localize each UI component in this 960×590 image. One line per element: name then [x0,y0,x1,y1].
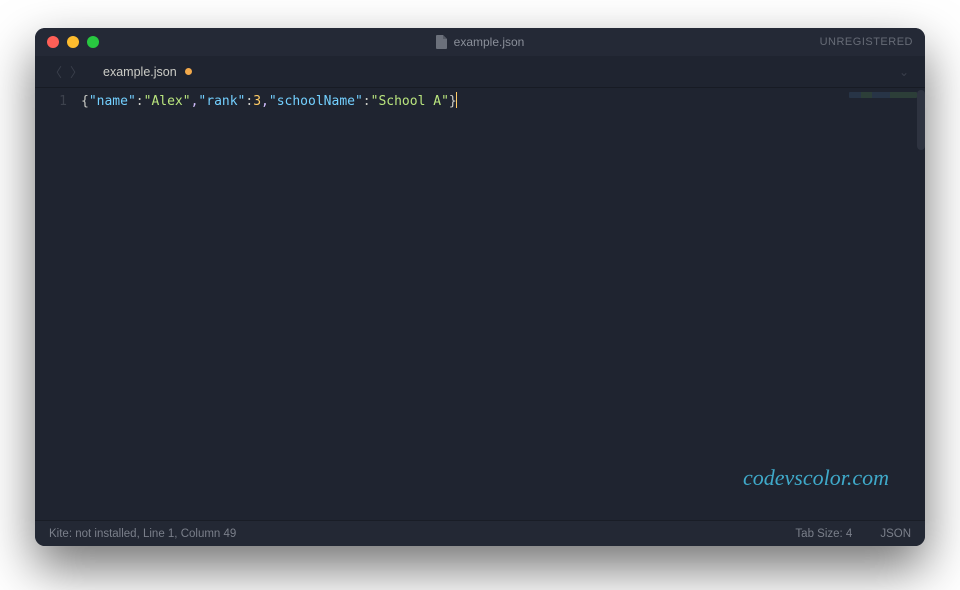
tab-overflow-icon[interactable]: ⌄ [893,63,915,81]
key-rank: "rank" [198,94,245,109]
number-3: 3 [253,94,261,109]
key-name: "name" [89,94,136,109]
line-number: 1 [35,92,67,112]
status-left[interactable]: Kite: not installed, Line 1, Column 49 [49,528,236,540]
maximize-button[interactable] [87,36,99,48]
minimap[interactable] [849,92,917,98]
line-gutter: 1 [35,88,77,520]
tab-bar: 〈 〉 example.json ⌄ [35,56,925,88]
unregistered-label: UNREGISTERED [820,36,913,48]
editor-window: example.json UNREGISTERED 〈 〉 example.js… [35,28,925,546]
status-right: Tab Size: 4 JSON [795,528,911,540]
window-titlebar: example.json UNREGISTERED [35,28,925,56]
status-tabsize[interactable]: Tab Size: 4 [795,528,852,540]
vertical-scrollbar[interactable] [917,90,925,150]
modified-indicator-icon [185,68,192,75]
nav-forward-icon[interactable]: 〉 [66,60,87,83]
comma: , [261,94,269,109]
close-button[interactable] [47,36,59,48]
brace-open: { [81,94,89,109]
string-alex: "Alex" [144,94,191,109]
traffic-lights [47,36,99,48]
key-schoolname: "schoolName" [269,94,363,109]
status-syntax[interactable]: JSON [880,528,911,540]
window-title: example.json [35,35,925,49]
tab-example-json[interactable]: example.json [93,61,202,83]
file-icon [436,35,448,49]
colon: : [363,94,371,109]
nav-back-icon[interactable]: 〈 [45,60,66,83]
code-area[interactable]: {"name":"Alex","rank":3,"schoolName":"Sc… [77,88,925,520]
colon: : [136,94,144,109]
tab-label: example.json [103,65,177,79]
minimize-button[interactable] [67,36,79,48]
status-bar: Kite: not installed, Line 1, Column 49 T… [35,520,925,546]
code-editor[interactable]: 1 {"name":"Alex","rank":3,"schoolName":"… [35,88,925,520]
text-cursor [456,92,457,108]
string-school-a: "School A" [371,94,449,109]
title-filename: example.json [454,35,525,49]
code-line-1[interactable]: {"name":"Alex","rank":3,"schoolName":"Sc… [81,92,921,112]
